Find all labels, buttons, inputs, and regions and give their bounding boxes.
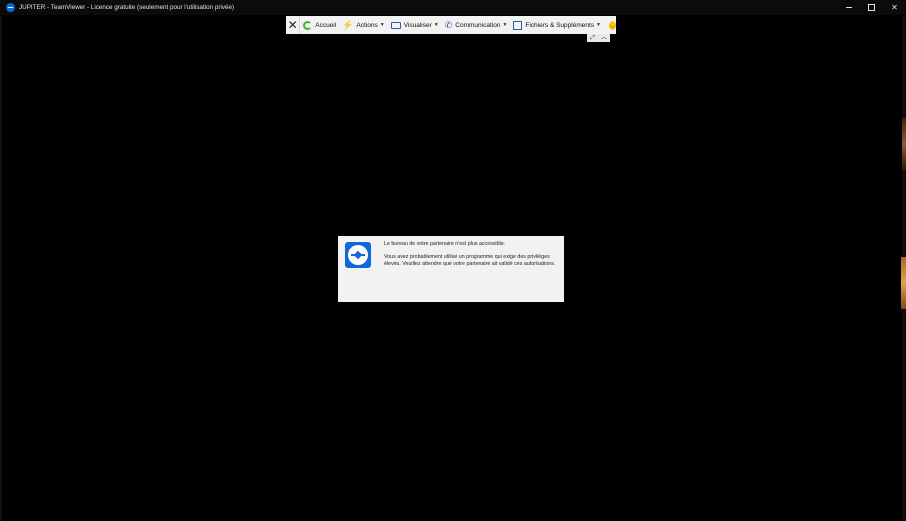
toolbar-item-label: Communication — [455, 21, 501, 29]
chevron-down-icon: ▼ — [596, 22, 601, 28]
chevron-down-icon: ▼ — [379, 22, 385, 28]
dialog-title: Le bureau de votre partenaire n'est plus… — [384, 241, 506, 247]
toolbar-item-communication[interactable]: ✆ Communication ▼ — [442, 16, 511, 34]
maximize-icon — [868, 4, 875, 11]
end-session-button[interactable]: ✕ — [286, 16, 301, 34]
window-title: JUPITER - TeamViewer - Licence gratuite … — [19, 4, 235, 11]
teamviewer-logo — [345, 242, 371, 268]
toolbar-mini-controls: ⤢ ︿ — [587, 34, 610, 42]
minimize-icon — [845, 7, 852, 8]
home-icon — [303, 20, 313, 30]
toolbar-item-label: Accueil — [315, 21, 337, 29]
smiley-icon[interactable]: ◡ — [608, 20, 616, 30]
phone-icon: ✆ — [444, 19, 453, 30]
toolbar-item-label: Visualiser — [403, 21, 432, 29]
close-icon: ✕ — [891, 3, 898, 12]
chevron-down-icon: ▼ — [502, 22, 508, 28]
fullscreen-icon[interactable]: ⤢ — [590, 35, 595, 41]
teamviewer-logo-mark — [348, 245, 368, 265]
remote-desktop-fragment — [902, 118, 906, 170]
files-icon — [513, 20, 523, 30]
collapse-icon[interactable]: ︿ — [601, 35, 607, 41]
minimize-button[interactable] — [837, 0, 860, 15]
lightning-icon: ⚡ — [342, 19, 354, 30]
toolbar-item-fichiers[interactable]: Fichiers & Suppléments ▼ — [510, 16, 604, 34]
monitor-icon — [390, 21, 401, 29]
close-window-button[interactable]: ✕ — [883, 0, 906, 15]
partner-inaccessible-dialog: Le bureau de votre partenaire n'est plus… — [338, 236, 564, 302]
close-icon: ✕ — [287, 18, 298, 32]
toolbar-item-accueil[interactable]: Accueil — [300, 16, 339, 34]
remote-edge-left — [0, 16, 2, 521]
maximize-button[interactable] — [860, 0, 883, 15]
window-titlebar: JUPITER - TeamViewer - Licence gratuite … — [0, 0, 906, 15]
chevron-down-icon: ▼ — [433, 22, 439, 28]
toolbar-item-visualiser[interactable]: Visualiser ▼ — [388, 16, 442, 34]
toolbar-item-label: Fichiers & Suppléments — [525, 21, 595, 29]
remote-toolbar: ✕ Accueil ⚡ Actions ▼ Visualiser ▼ ✆ Com… — [286, 16, 616, 34]
remote-desktop-fragment — [901, 257, 906, 309]
toolbar-item-label: Actions — [356, 21, 378, 29]
window-controls: ✕ — [837, 0, 906, 15]
teamviewer-app-icon — [6, 3, 15, 12]
dialog-body: Vous avez probablement utilisé un progra… — [384, 254, 556, 267]
toolbar-item-actions[interactable]: ⚡ Actions ▼ — [339, 16, 388, 34]
